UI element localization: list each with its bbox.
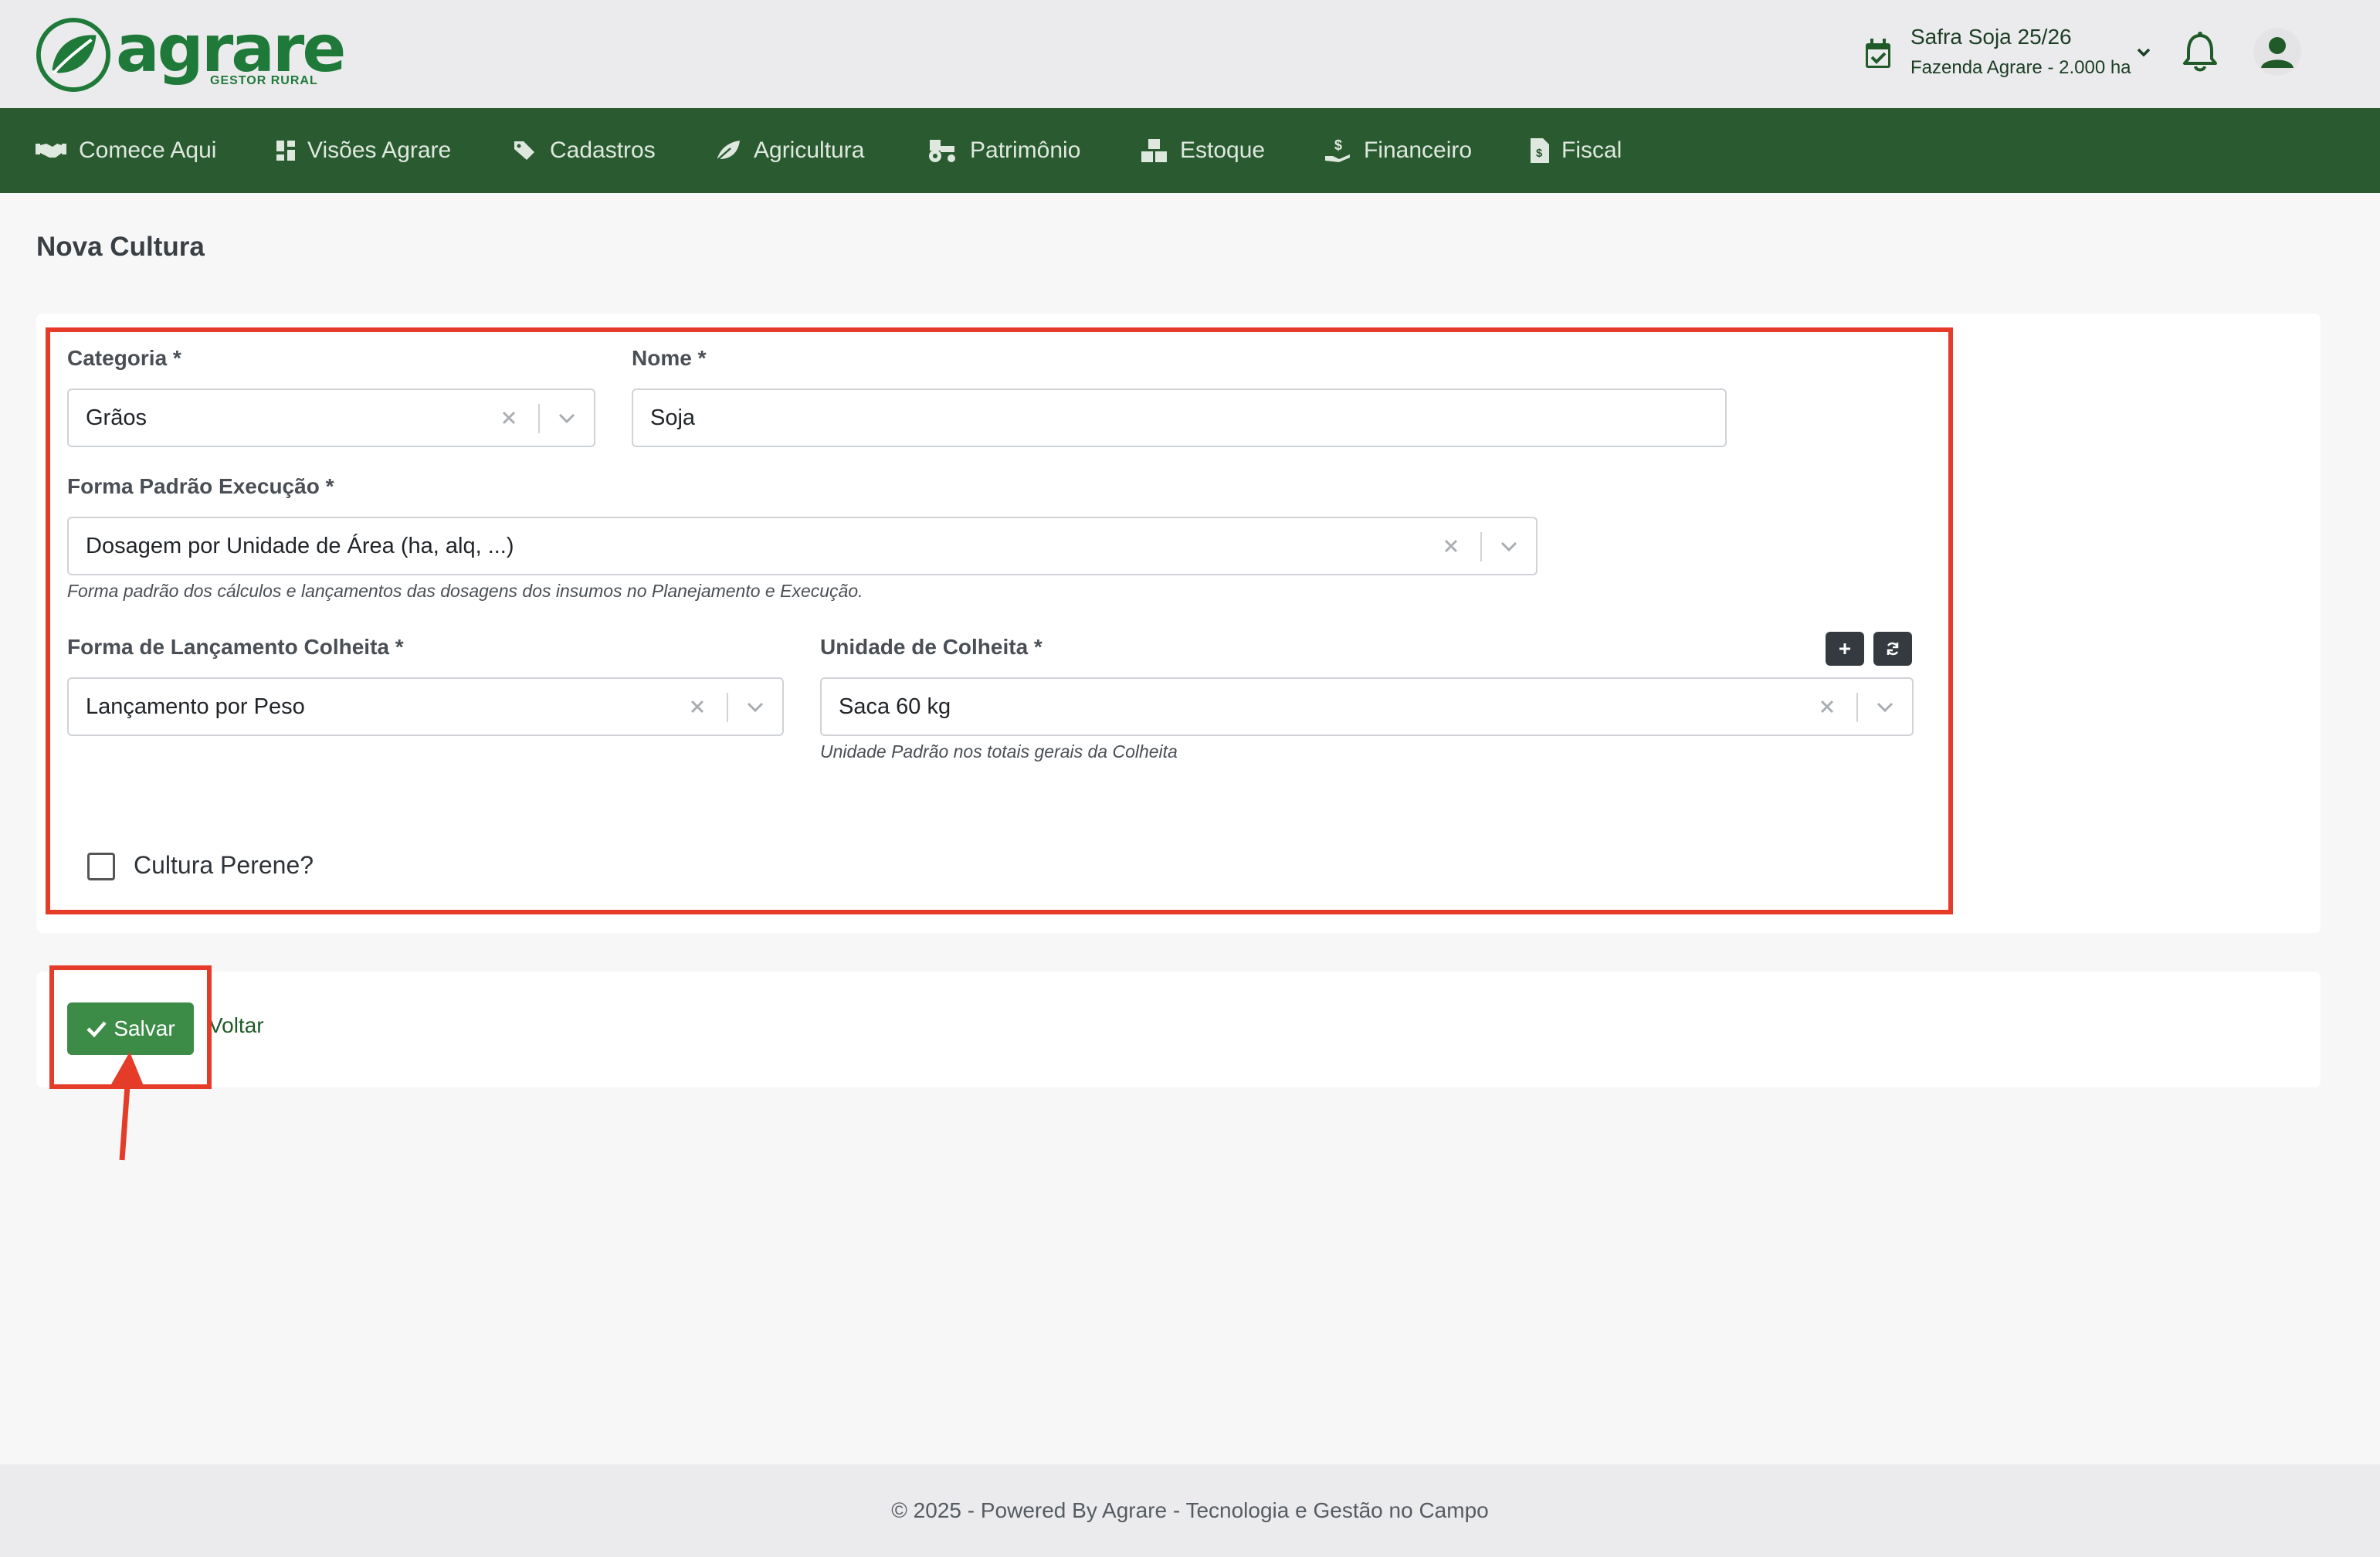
clear-icon[interactable] <box>1440 535 1462 557</box>
nav-label-cadastros: Cadastros <box>550 137 656 163</box>
safra-selector[interactable]: Safra Soja 25/26 Fazenda Agrare - 2.000 … <box>1864 23 2158 88</box>
forma-lancamento-label: Forma de Lançamento Colheita * <box>67 635 404 659</box>
back-link[interactable]: Voltar <box>209 1013 264 1038</box>
dashboard-icon <box>276 141 295 161</box>
calendar-check-icon <box>1866 39 1890 68</box>
safra-subtitle: Fazenda Agrare - 2.000 ha <box>1910 57 2131 78</box>
refresh-icon <box>1887 642 1899 656</box>
nav-item-fiscal[interactable]: $ Fiscal <box>1531 108 1622 193</box>
add-unidade-button[interactable] <box>1826 632 1864 666</box>
safra-title: Safra Soja 25/26 <box>1910 25 2072 49</box>
chevron-down-icon[interactable] <box>1873 696 1897 717</box>
nome-value: Soja <box>650 405 696 430</box>
tags-icon <box>514 141 534 160</box>
chevron-down-icon[interactable] <box>1497 535 1521 557</box>
check-icon <box>86 1021 107 1038</box>
nav-item-comece-aqui[interactable]: Comece Aqui <box>36 108 216 193</box>
boxes-icon <box>1141 139 1167 162</box>
hand-dollar-icon: $ <box>1325 137 1350 162</box>
refresh-unidade-button[interactable] <box>1873 632 1912 666</box>
page-title: Nova Cultura <box>36 232 205 262</box>
footer: © 2025 - Powered By Agrare - Tecnologia … <box>0 1464 2380 1557</box>
top-header: agrare GESTOR RURAL Safra Soja 25/26 Faz… <box>0 0 2380 108</box>
clear-icon[interactable] <box>1816 696 1838 717</box>
handshake-icon <box>36 144 66 158</box>
unidade-colheita-value: Saca 60 kg <box>839 694 951 719</box>
user-avatar[interactable] <box>2253 28 2301 76</box>
annotation-arrow-icon <box>111 1052 144 1161</box>
tractor-icon <box>929 140 955 162</box>
leaf-icon <box>716 141 740 161</box>
select-separator <box>538 404 540 433</box>
forma-padrao-select[interactable]: Dosagem por Unidade de Área (ha, alq, ..… <box>67 517 1538 575</box>
categoria-select[interactable]: Grãos <box>67 388 595 447</box>
nav-label-estoque: Estoque <box>1180 137 1266 163</box>
forma-padrao-value: Dosagem por Unidade de Área (ha, alq, ..… <box>86 534 514 558</box>
cultura-perene-label[interactable]: Cultura Perene? <box>134 851 314 880</box>
main-nav: Comece Aqui Visões Agrare Cadastros Agri… <box>0 108 2380 193</box>
nav-label-comece-aqui: Comece Aqui <box>79 137 217 163</box>
svg-text:$: $ <box>1536 147 1543 160</box>
nav-label-fiscal: Fiscal <box>1561 137 1622 163</box>
select-separator <box>1480 532 1482 561</box>
clear-icon[interactable] <box>687 696 708 717</box>
nav-item-patrimonio[interactable]: Patrimônio <box>927 108 1080 193</box>
brand-tagline: GESTOR RURAL <box>210 74 318 87</box>
plus-icon <box>1839 643 1850 654</box>
leaf-logo-icon <box>36 17 111 93</box>
footer-text: © 2025 - Powered By Agrare - Tecnologia … <box>891 1498 1489 1522</box>
categoria-label: Categoria * <box>67 346 181 370</box>
categoria-value: Grãos <box>86 405 147 430</box>
chevron-down-icon[interactable] <box>555 407 578 429</box>
clear-icon[interactable] <box>498 407 520 429</box>
nav-item-agricultura[interactable]: Agricultura <box>715 108 864 193</box>
unidade-colheita-select[interactable]: Saca 60 kg <box>820 677 1914 736</box>
actions-card <box>36 972 2321 1087</box>
unidade-colheita-hint: Unidade Padrão nos totais gerais da Colh… <box>820 741 1178 762</box>
nav-label-visoes-agrare: Visões Agrare <box>307 137 452 163</box>
user-icon <box>2261 37 2294 68</box>
cultura-perene-checkbox[interactable] <box>87 853 115 880</box>
bell-icon[interactable] <box>2182 31 2218 73</box>
nav-item-estoque[interactable]: Estoque <box>1141 108 1265 193</box>
nav-label-financeiro: Financeiro <box>1364 137 1473 163</box>
nav-label-agricultura: Agricultura <box>754 137 865 163</box>
select-separator <box>727 693 728 722</box>
nav-item-visoes-agrare[interactable]: Visões Agrare <box>276 108 451 193</box>
unidade-colheita-label: Unidade de Colheita * <box>820 635 1043 659</box>
chevron-down-icon[interactable] <box>744 696 767 717</box>
nav-item-cadastros[interactable]: Cadastros <box>514 108 656 193</box>
forma-padrao-hint: Forma padrão dos cálculos e lançamentos … <box>67 581 863 601</box>
brand-name: agrare <box>116 11 346 86</box>
forma-lancamento-value: Lançamento por Peso <box>86 694 305 719</box>
nav-label-patrimonio: Patrimônio <box>970 137 1081 163</box>
chevron-down-icon <box>2137 48 2151 57</box>
nome-input[interactable]: Soja <box>632 388 1727 447</box>
select-separator <box>1856 693 1858 722</box>
forma-padrao-label: Forma Padrão Execução * <box>67 474 334 498</box>
file-invoice-icon: $ <box>1531 138 1549 163</box>
forma-lancamento-select[interactable]: Lançamento por Peso <box>67 677 784 736</box>
nav-item-financeiro[interactable]: $ Financeiro <box>1325 108 1472 193</box>
svg-text:$: $ <box>1334 137 1342 153</box>
nome-label: Nome * <box>632 346 707 370</box>
save-button-label: Salvar <box>114 1016 175 1040</box>
agrare-logo[interactable]: agrare GESTOR RURAL <box>36 11 346 96</box>
